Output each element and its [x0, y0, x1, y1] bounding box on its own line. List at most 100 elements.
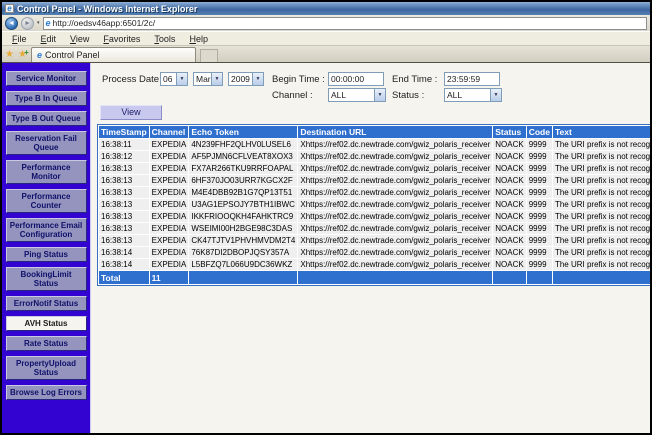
sidebar-item-propertyupload-status[interactable]: PropertyUpload Status: [6, 356, 87, 380]
menu-item-file[interactable]: File: [5, 34, 34, 44]
tab-control-panel[interactable]: e Control Panel: [31, 47, 196, 62]
ie-window-icon: e: [5, 4, 14, 13]
table-row: 16:38:13EXPEDIAWSEIMI00H2BGE98C3DASXhttp…: [99, 223, 650, 234]
table-cell: NOACK: [493, 175, 525, 186]
table-cell: The URI prefix is not recognized.: [553, 247, 650, 258]
table-cell: 16:38:14: [99, 247, 149, 258]
back-button[interactable]: ◄: [5, 17, 18, 30]
table-cell: The URI prefix is not recognized.: [553, 223, 650, 234]
add-favorite-icon[interactable]: ★ +: [18, 48, 27, 62]
table-cell: L5BFZQ7L066U9DC36WKZ: [189, 259, 297, 270]
address-field-wrap: e: [43, 17, 647, 30]
table-cell: 16:38:13: [99, 175, 149, 186]
status-select[interactable]: ALL ▼: [444, 88, 502, 102]
sidebar-item-type-b-in-queue[interactable]: Type B In Queue: [6, 91, 87, 106]
channel-select[interactable]: ALL ▼: [328, 88, 386, 102]
table-cell: EXPEDIA: [150, 139, 189, 150]
table-row: 16:38:13EXPEDIACK47TJTV1PHVHMVDM2T4Xhttp…: [99, 235, 650, 246]
sidebar-item-browse-log-errors[interactable]: Browse Log Errors: [6, 385, 87, 400]
sidebar-item-errornotif-status[interactable]: ErrorNotif Status: [6, 296, 87, 311]
table-cell: 6HF370JO03URR7KGCX2F: [189, 175, 297, 186]
ie-window: e Control Panel - Windows Internet Explo…: [0, 0, 652, 435]
menu-item-tools[interactable]: Tools: [147, 34, 182, 44]
table-cell: The URI prefix is not recognized.: [553, 211, 650, 222]
year-select[interactable]: 2009 ▼: [228, 72, 264, 86]
sidebar-item-reservation-fail-queue[interactable]: Reservation Fail Queue: [6, 131, 87, 155]
table-cell: The URI prefix is not recognized.: [553, 163, 650, 174]
table-row: 16:38:11EXPEDIA4N239FHF2QLHV0LUSEL6Xhttp…: [99, 139, 650, 150]
menu-item-favorites[interactable]: Favorites: [96, 34, 147, 44]
sidebar-item-bookinglimit-status[interactable]: BookingLimit Status: [6, 267, 87, 291]
table-cell: 9999: [527, 223, 552, 234]
column-header: Echo Token: [189, 126, 297, 138]
table-cell: [298, 271, 492, 284]
menu-item-help[interactable]: Help: [182, 34, 215, 44]
sidebar-item-avh-status[interactable]: AVH Status: [6, 316, 87, 331]
table-cell: U3AG1EPSOJY7BTH1IBWC: [189, 199, 297, 210]
new-tab-stub[interactable]: [200, 49, 218, 62]
view-button[interactable]: View: [100, 105, 162, 120]
tab-label: Control Panel: [45, 50, 100, 60]
sidebar-item-rate-status[interactable]: Rate Status: [6, 336, 87, 351]
day-select[interactable]: 06 ▼: [160, 72, 188, 86]
end-time-input[interactable]: [444, 72, 500, 86]
tab-bar: ★ ★ + e Control Panel: [2, 46, 650, 63]
filter-form: Process Date : 06 ▼ Mar ▼ 2009 ▼ Begin T…: [96, 69, 650, 121]
begin-time-label: Begin Time :: [272, 74, 325, 85]
table-cell: Xhttps://ref02.dc.newtrade.com/gwiz_pola…: [298, 235, 492, 246]
table-cell: EXPEDIA: [150, 163, 189, 174]
favorites-icon[interactable]: ★: [5, 48, 14, 62]
table-cell: The URI prefix is not recognized.: [553, 139, 650, 150]
table-cell: Xhttps://ref02.dc.newtrade.com/gwiz_pola…: [298, 211, 492, 222]
table-cell: [493, 271, 525, 284]
channel-label: Channel :: [272, 90, 313, 101]
menu-item-edit[interactable]: Edit: [34, 34, 64, 44]
column-header: Text: [553, 126, 650, 138]
table-cell: EXPEDIA: [150, 247, 189, 258]
table-cell: NOACK: [493, 163, 525, 174]
sidebar-item-performance-monitor[interactable]: Performance Monitor: [6, 160, 87, 184]
table-cell: 4N239FHF2QLHV0LUSEL6: [189, 139, 297, 150]
table-cell: 16:38:13: [99, 163, 149, 174]
sidebar-item-performance-email-configuration[interactable]: Performance Email Configuration: [6, 218, 87, 242]
chevron-down-icon: ▼: [211, 73, 222, 85]
forward-button[interactable]: ►: [21, 17, 34, 30]
table-total-row: Total 11: [99, 271, 650, 284]
table-cell: The URI prefix is not recognized.: [553, 151, 650, 162]
table-cell: The URI prefix is not recognized.: [553, 175, 650, 186]
process-date-label: Process Date :: [102, 74, 164, 85]
tab-icon: e: [37, 51, 42, 60]
sidebar-item-ping-status[interactable]: Ping Status: [6, 247, 87, 262]
month-select[interactable]: Mar ▼: [193, 72, 223, 86]
end-time-label: End Time :: [392, 74, 437, 85]
table-row: 16:38:13EXPEDIA6HF370JO03URR7KGCX2FXhttp…: [99, 175, 650, 186]
table-cell: Xhttps://ref02.dc.newtrade.com/gwiz_pola…: [298, 259, 492, 270]
page-icon: e: [46, 19, 51, 28]
channel-value: ALL: [329, 90, 374, 100]
table-cell: 16:38:13: [99, 187, 149, 198]
table-cell: FX7AR266TKU9RRFOAPAL: [189, 163, 297, 174]
table-cell: The URI prefix is not recognized.: [553, 259, 650, 270]
table-cell: Xhttps://ref02.dc.newtrade.com/gwiz_pola…: [298, 223, 492, 234]
sidebar-item-performance-counter[interactable]: Performance Counter: [6, 189, 87, 213]
table-cell: Xhttps://ref02.dc.newtrade.com/gwiz_pola…: [298, 247, 492, 258]
table-cell: 9999: [527, 235, 552, 246]
year-value: 2009: [229, 74, 252, 84]
address-input[interactable]: [53, 18, 644, 29]
table-cell: 16:38:11: [99, 139, 149, 150]
table-cell: NOACK: [493, 235, 525, 246]
menu-item-view[interactable]: View: [63, 34, 96, 44]
sidebar-item-service-monitor[interactable]: Service Monitor: [6, 71, 87, 86]
table-cell: 9999: [527, 247, 552, 258]
table-cell: NOACK: [493, 247, 525, 258]
table-cell: EXPEDIA: [150, 187, 189, 198]
chevron-down-icon: ▼: [176, 73, 187, 85]
history-dropdown-icon[interactable]: ▾: [37, 20, 40, 26]
total-count: 11: [150, 271, 189, 284]
column-header: Status: [493, 126, 525, 138]
table-cell: 76K87DI2DBOPJQSY357A: [189, 247, 297, 258]
sidebar-item-type-b-out-queue[interactable]: Type B Out Queue: [6, 111, 87, 126]
begin-time-input[interactable]: [328, 72, 384, 86]
table-cell: EXPEDIA: [150, 223, 189, 234]
table-cell: 16:38:14: [99, 259, 149, 270]
